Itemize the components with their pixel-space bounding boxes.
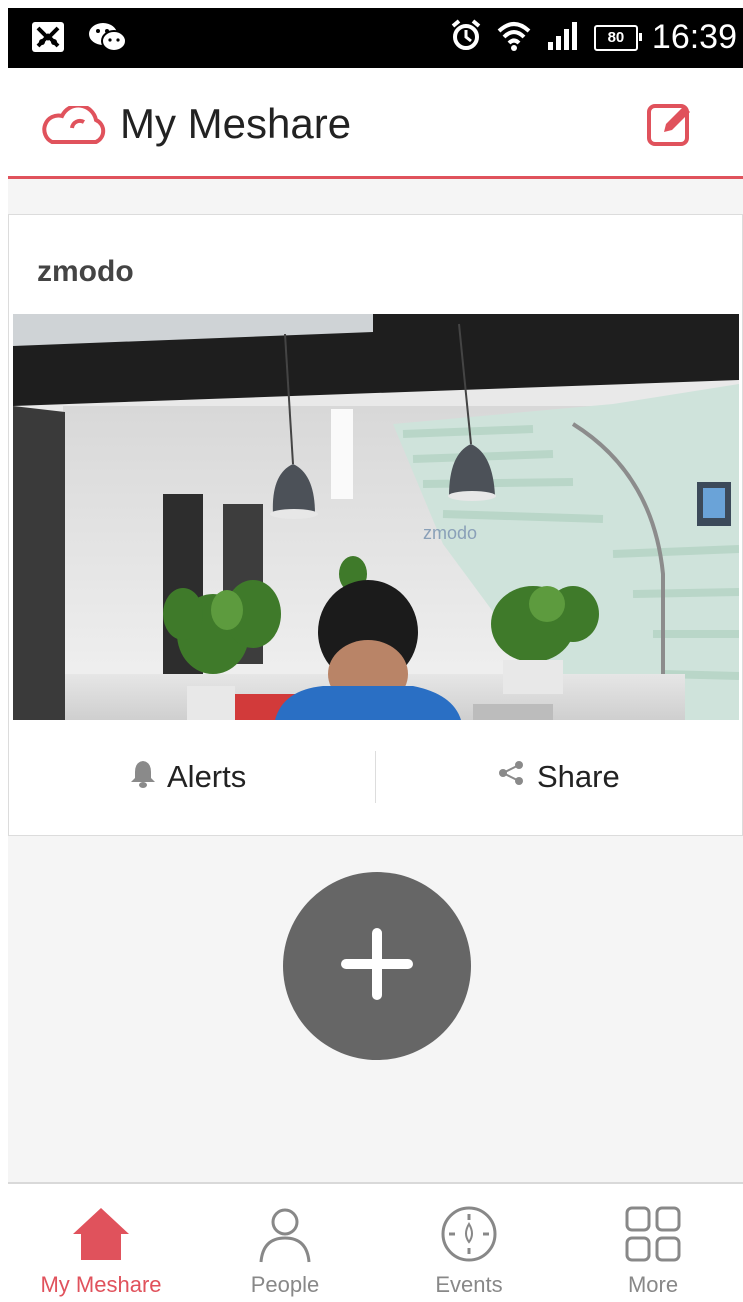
grid-icon [623, 1204, 683, 1269]
edit-icon[interactable] [646, 100, 694, 153]
device-card[interactable]: zmodo zmodo Alerts Share [8, 214, 743, 836]
plus-icon [339, 926, 415, 1007]
share-button[interactable]: Share [497, 755, 620, 799]
alerts-button[interactable]: Alerts [129, 755, 246, 799]
action-divider [375, 751, 376, 803]
nav-label: Events [435, 1272, 503, 1297]
status-bar-right: 80 16:39 [450, 18, 737, 57]
cloud-icon [38, 103, 110, 151]
nav-people[interactable]: People [210, 1204, 360, 1302]
alerts-label: Alerts [167, 759, 247, 794]
card-actions: Alerts Share [9, 721, 742, 835]
app-header: My Meshare [8, 68, 743, 179]
add-device-button[interactable] [283, 872, 471, 1060]
wifi-icon [496, 19, 532, 56]
bottom-nav: My Meshare People Events More [8, 1182, 743, 1302]
app-notification-icon [30, 20, 66, 59]
nav-events[interactable]: Events [394, 1204, 544, 1302]
share-icon [497, 759, 527, 795]
person-icon [255, 1204, 315, 1269]
svg-text:zmodo: zmodo [423, 523, 477, 543]
events-icon [439, 1204, 499, 1269]
signal-icon [546, 20, 580, 55]
alarm-icon [450, 18, 482, 57]
status-bar: 80 16:39 [8, 8, 743, 68]
home-icon [71, 1204, 131, 1269]
battery-icon: 80 [593, 24, 642, 51]
status-time: 16:39 [651, 18, 737, 56]
app-frame: 80 16:39 My Meshare zmodo zmodo Alerts S… [8, 8, 743, 1302]
bell-icon [129, 758, 157, 796]
device-name: zmodo [37, 255, 134, 288]
nav-my-meshare[interactable]: My Meshare [26, 1204, 176, 1302]
nav-label: People [250, 1272, 320, 1297]
wechat-icon [88, 20, 128, 59]
nav-label: My Meshare [40, 1272, 162, 1297]
nav-more[interactable]: More [578, 1204, 728, 1302]
status-bar-left [30, 20, 128, 59]
nav-label: More [627, 1272, 679, 1297]
page-title: My Meshare [120, 100, 352, 147]
share-label: Share [537, 759, 620, 794]
camera-preview[interactable]: zmodo [13, 314, 739, 720]
